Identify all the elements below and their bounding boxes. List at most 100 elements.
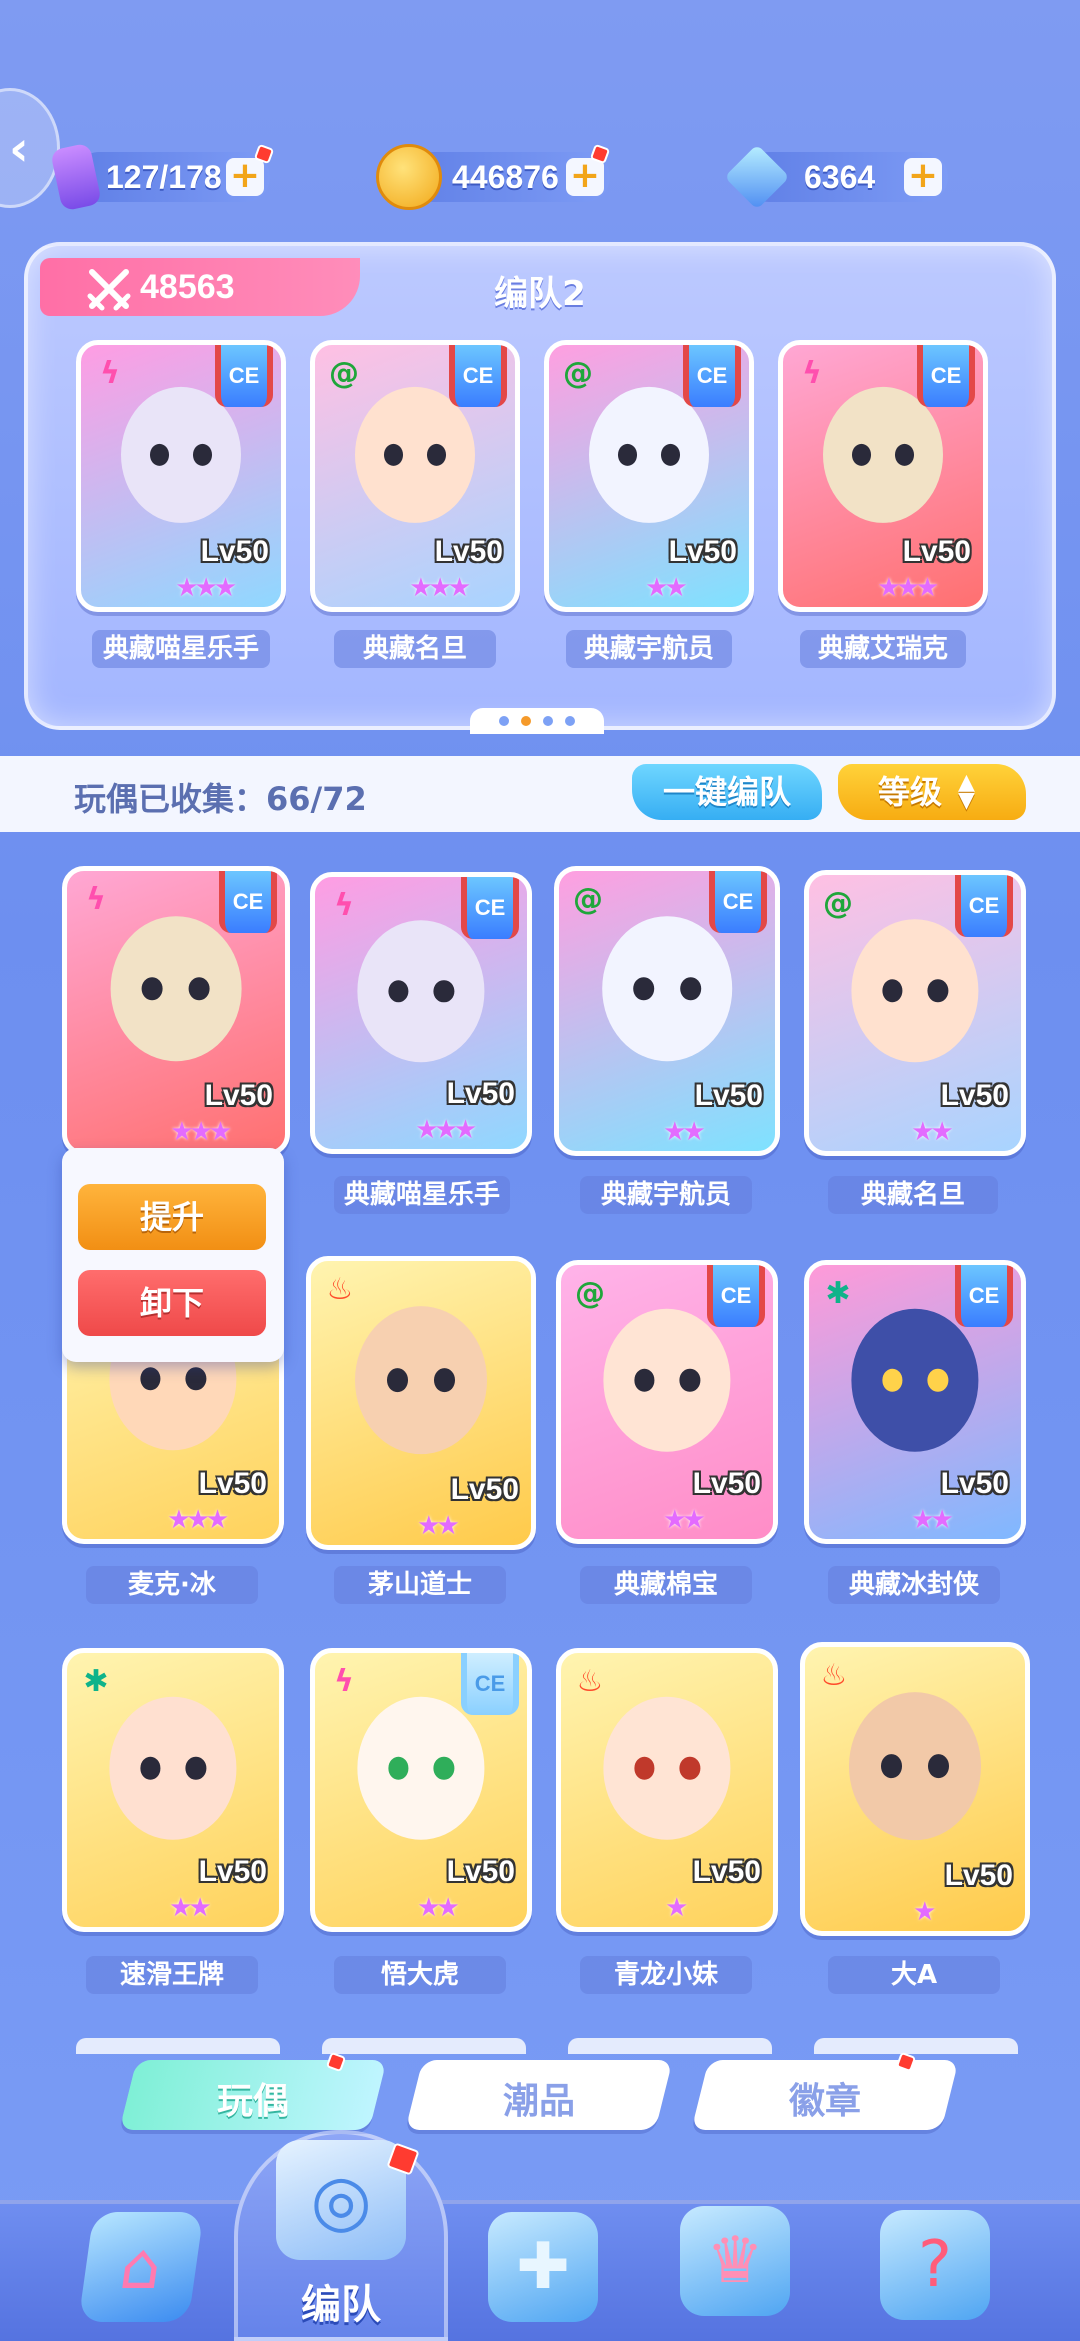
nav-gacha-icon[interactable]: ? bbox=[880, 2210, 990, 2320]
page-dot[interactable] bbox=[499, 716, 509, 726]
doll-card[interactable]: ϟ CE Lv50 ★★ bbox=[310, 1648, 532, 1932]
doll-name: 麦克·冰 bbox=[86, 1566, 258, 1604]
level-label: Lv50 bbox=[446, 1855, 515, 1888]
character-portrait bbox=[851, 1308, 979, 1452]
star-rating: ★★★ bbox=[409, 573, 471, 603]
star-rating: ★★ bbox=[663, 1505, 706, 1535]
level-label: Lv50 bbox=[940, 1079, 1009, 1112]
doll-name: 典藏冰封侠 bbox=[828, 1566, 1000, 1604]
gamepad-icon: ✚ bbox=[516, 2230, 570, 2304]
page-dot[interactable] bbox=[543, 716, 553, 726]
character-portrait bbox=[603, 1308, 731, 1452]
doll-card[interactable]: @ CE Lv50 ★★ bbox=[554, 866, 780, 1156]
level-label: Lv50 bbox=[200, 535, 269, 568]
team-member-card[interactable]: @ CE Lv50 ★★★ bbox=[310, 340, 520, 612]
character-portrait bbox=[121, 386, 241, 524]
whistle-icon: ◎ bbox=[310, 2159, 372, 2241]
character-portrait bbox=[355, 1306, 487, 1455]
team-name: 编队2 bbox=[494, 274, 586, 314]
page-dot[interactable] bbox=[565, 716, 575, 726]
doll-name: 大A bbox=[828, 1956, 1000, 1994]
level-label: Lv50 bbox=[902, 535, 971, 568]
collection-count: 玩偶已收集：66/72 bbox=[74, 780, 367, 818]
doll-action-popup: 提升 卸下 bbox=[62, 1148, 284, 1362]
sort-arrows-icon: ▲ ▼ bbox=[958, 770, 975, 813]
back-button[interactable]: ‹ bbox=[0, 88, 60, 208]
character-portrait bbox=[603, 1696, 731, 1840]
ice-snowflake-icon: ✱ bbox=[825, 1276, 851, 1311]
chevron-left-icon: ‹ bbox=[9, 121, 29, 177]
team-member-card[interactable]: @ CE Lv50 ★★ bbox=[544, 340, 754, 612]
character-portrait bbox=[355, 386, 475, 524]
level-label: Lv50 bbox=[940, 1467, 1009, 1500]
star-rating: ★★★ bbox=[175, 573, 237, 603]
star-rating: ★★ bbox=[417, 1893, 460, 1923]
wind-swirl-icon: @ bbox=[329, 356, 359, 391]
auto-team-button[interactable]: 一键编队 bbox=[632, 764, 822, 820]
level-label: Lv50 bbox=[694, 1079, 763, 1112]
star-rating: ★★ bbox=[169, 1893, 212, 1923]
nav-team-icon[interactable]: ◎ bbox=[276, 2140, 406, 2260]
doll-card[interactable]: ♨ Lv50 ★ bbox=[800, 1642, 1030, 1936]
team-member-card[interactable]: ϟ CE Lv50 ★★★ bbox=[76, 340, 286, 612]
fire-icon: ♨ bbox=[820, 1658, 848, 1693]
doll-name: 悟大虎 bbox=[334, 1956, 506, 1994]
ce-badge: CE bbox=[709, 871, 767, 933]
wind-swirl-icon: @ bbox=[823, 886, 853, 921]
sort-level-button[interactable]: 等级 ▲ ▼ bbox=[838, 764, 1026, 820]
doll-name: 典藏喵星乐手 bbox=[334, 1176, 510, 1214]
sort-label: 等级 bbox=[878, 773, 943, 811]
nav-rank-icon[interactable]: ♛ bbox=[680, 2206, 790, 2316]
ce-badge: CE bbox=[955, 875, 1013, 937]
upgrade-button[interactable]: 提升 bbox=[78, 1184, 266, 1250]
doll-card[interactable]: ♨ Lv50 ★ bbox=[556, 1648, 778, 1932]
wind-swirl-icon: @ bbox=[575, 1276, 605, 1311]
character-portrait bbox=[109, 1696, 237, 1840]
star-rating: ★ bbox=[665, 1893, 688, 1923]
star-rating: ★★ bbox=[663, 1117, 706, 1147]
stamina-icon bbox=[49, 142, 103, 212]
unequip-button[interactable]: 卸下 bbox=[78, 1270, 266, 1336]
doll-card[interactable]: ✱ CE Lv50 ★★ bbox=[804, 1260, 1026, 1544]
team-member-card[interactable]: ϟ CE Lv50 ★★★ bbox=[778, 340, 988, 612]
doll-card[interactable]: ✱ Lv50 ★★ bbox=[62, 1648, 284, 1932]
ce-badge: CE bbox=[707, 1265, 765, 1327]
doll-card[interactable]: @ CE Lv50 ★★ bbox=[556, 1260, 778, 1544]
level-label: Lv50 bbox=[198, 1855, 267, 1888]
ce-badge: CE bbox=[219, 871, 277, 933]
doll-name: 速滑王牌 bbox=[86, 1956, 258, 1994]
level-label: Lv50 bbox=[450, 1473, 519, 1506]
doll-card[interactable]: ϟ CE Lv50 ★★★ bbox=[310, 872, 532, 1154]
nav-play-icon[interactable]: ✚ bbox=[488, 2212, 598, 2322]
tab-dolls-label: 玩偶 bbox=[216, 2081, 289, 2122]
wind-swirl-icon: @ bbox=[563, 356, 593, 391]
fire-icon: ♨ bbox=[576, 1664, 604, 1699]
doll-card[interactable]: ♨ Lv50 ★★ bbox=[306, 1256, 536, 1550]
doll-name: 典藏名旦 bbox=[828, 1176, 998, 1214]
doll-name: 茅山道士 bbox=[334, 1566, 506, 1604]
lightning-icon: ϟ bbox=[802, 356, 822, 391]
character-portrait bbox=[589, 386, 709, 524]
doll-name: 典藏宇航员 bbox=[580, 1176, 752, 1214]
page-dot-active[interactable] bbox=[521, 716, 531, 726]
nav-home-icon[interactable]: ⌂ bbox=[78, 2212, 204, 2322]
add-coins-button[interactable]: + bbox=[566, 158, 604, 196]
doll-card-selected[interactable]: ϟ CE Lv50 ★★★ bbox=[62, 866, 290, 1156]
add-stamina-button[interactable]: + bbox=[226, 158, 264, 196]
ce-badge: CE bbox=[683, 345, 741, 407]
ce-badge: CE bbox=[461, 1653, 519, 1715]
home-icon: ⌂ bbox=[115, 2230, 167, 2304]
ce-badge: CE bbox=[215, 345, 273, 407]
star-rating: ★★★ bbox=[415, 1115, 477, 1145]
wind-swirl-icon: @ bbox=[573, 882, 603, 917]
star-rating: ★ bbox=[913, 1897, 936, 1927]
star-rating: ★★★ bbox=[877, 573, 939, 603]
team-member-name: 典藏喵星乐手 bbox=[92, 630, 270, 668]
add-gems-button[interactable]: + bbox=[904, 158, 942, 196]
lightning-icon: ϟ bbox=[334, 1664, 354, 1699]
team-page-indicator bbox=[470, 708, 604, 734]
fire-icon: ♨ bbox=[326, 1272, 354, 1307]
doll-card[interactable]: @ CE Lv50 ★★ bbox=[804, 870, 1026, 1156]
mystery-box-icon: ? bbox=[918, 2228, 952, 2302]
ce-badge: CE bbox=[449, 345, 507, 407]
